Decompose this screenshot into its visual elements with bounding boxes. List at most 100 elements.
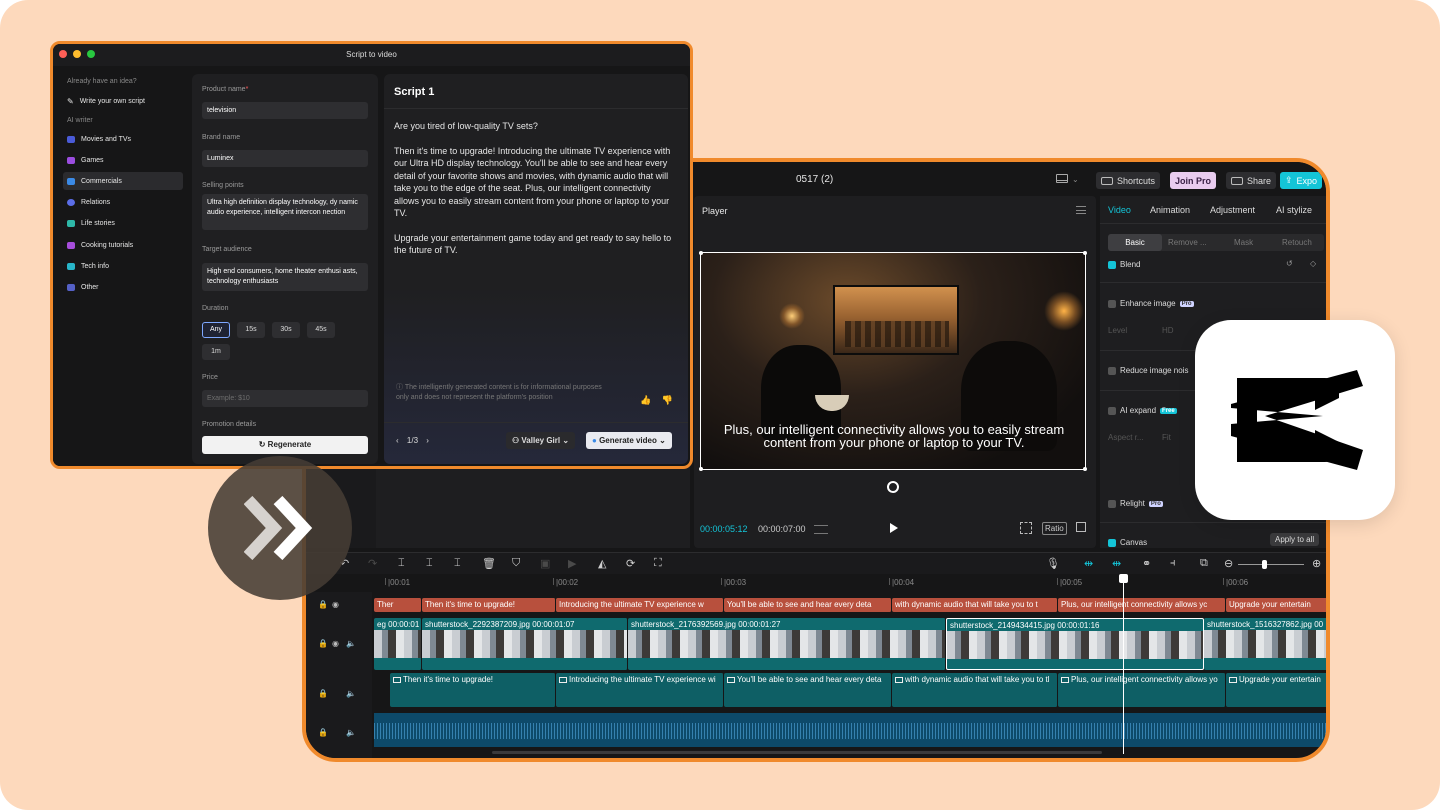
enhance-checkbox[interactable] bbox=[1108, 299, 1116, 308]
fit-icon[interactable] bbox=[1020, 522, 1032, 534]
rotate-icon[interactable]: ⟳ bbox=[626, 557, 635, 570]
menu-icon[interactable] bbox=[1076, 206, 1086, 214]
zoom-out-icon[interactable]: ⊖ bbox=[1224, 557, 1233, 570]
blend-checkbox[interactable] bbox=[1108, 260, 1116, 269]
keyframe-icon[interactable]: ◇ bbox=[1310, 259, 1316, 268]
playhead[interactable] bbox=[1123, 574, 1124, 754]
subtitle-clip[interactable]: Then it's time to upgrade! bbox=[390, 673, 556, 707]
selling-points-input[interactable]: Ultra high definition display technology… bbox=[202, 194, 368, 230]
ai-expand-row[interactable]: AI expand Free bbox=[1108, 406, 1177, 415]
delete-icon[interactable]: 🗑 bbox=[482, 557, 496, 570]
video-clip[interactable]: shutterstock_2176392569.jpg 00:00:01:27 bbox=[628, 618, 946, 670]
next-icon[interactable]: › bbox=[426, 436, 429, 445]
sidebar-item-commercials[interactable]: Commercials bbox=[63, 172, 183, 190]
sidebar-item-other[interactable]: Other bbox=[63, 278, 183, 296]
timeline-scrollbar[interactable] bbox=[492, 751, 1102, 754]
text-clip[interactable]: Introducing the ultimate TV experience w bbox=[556, 598, 724, 612]
share-button[interactable]: Share bbox=[1226, 172, 1277, 189]
split-icon[interactable]: ⌶ bbox=[398, 557, 405, 570]
layout-icon[interactable] bbox=[1056, 174, 1068, 183]
text-clip[interactable]: Then it's time to upgrade! bbox=[422, 598, 556, 612]
generate-video-button[interactable]: ● Generate video ⌄ bbox=[586, 432, 672, 449]
mirror-icon[interactable]: ◭ bbox=[598, 557, 606, 570]
fullscreen-icon[interactable] bbox=[1076, 522, 1086, 532]
blend-row[interactable]: Blend bbox=[1108, 260, 1140, 269]
sidebar-item-cooking[interactable]: Cooking tutorials bbox=[63, 236, 183, 254]
enhance-image-row[interactable]: Enhance image Pro bbox=[1108, 299, 1194, 308]
microphone-icon[interactable]: 🎙 bbox=[1046, 557, 1060, 570]
sidebar-item-tech[interactable]: Tech info bbox=[63, 257, 183, 275]
shield-icon[interactable]: ⛉ bbox=[512, 557, 520, 570]
tab-animation[interactable]: Animation bbox=[1150, 205, 1190, 215]
regenerate-button[interactable]: ↻ Regenerate bbox=[202, 436, 368, 454]
lock-icon[interactable]: 🔒 bbox=[318, 639, 328, 648]
speaker-icon[interactable]: 🔈 bbox=[346, 728, 356, 737]
subtab-remove[interactable]: Remove ... bbox=[1168, 238, 1207, 247]
export-button[interactable]: ⇪ Expo bbox=[1280, 172, 1323, 189]
auto-snap-icon[interactable]: ⇹ bbox=[1112, 557, 1121, 570]
timeline-ruler[interactable]: |00:01 |00:02 |00:03 |00:04 |00:05 |00:0… bbox=[374, 574, 1326, 592]
ai-expand-checkbox[interactable] bbox=[1108, 406, 1116, 415]
crop-icon[interactable]: ⛶ bbox=[654, 557, 662, 570]
thumbs-down-icon[interactable]: 👎 bbox=[662, 395, 673, 405]
main-track-magnet-icon[interactable]: ⇹ bbox=[1084, 557, 1093, 570]
relight-row[interactable]: Relight Pro bbox=[1108, 499, 1163, 508]
subtitle-clip[interactable]: Introducing the ultimate TV experience w… bbox=[556, 673, 724, 707]
audio-track[interactable] bbox=[374, 713, 1326, 747]
product-name-input[interactable]: television bbox=[202, 102, 368, 119]
freeze-icon[interactable]: ▣ bbox=[540, 557, 550, 570]
write-own-script[interactable]: ✎ Write your own script bbox=[63, 92, 183, 110]
canvas-row[interactable]: Canvas bbox=[1108, 538, 1147, 547]
subtab-mask[interactable]: Mask bbox=[1234, 238, 1253, 247]
video-clip[interactable]: shutterstock_1516327862.jpg 00 bbox=[1204, 618, 1326, 670]
relight-checkbox[interactable] bbox=[1108, 499, 1116, 508]
tab-adjustment[interactable]: Adjustment bbox=[1210, 205, 1255, 215]
chevron-down-icon[interactable]: ⌄ bbox=[1072, 175, 1079, 184]
eye-icon[interactable]: ◉ bbox=[332, 639, 339, 648]
zoom-slider-knob[interactable] bbox=[1262, 560, 1267, 569]
split-right-icon[interactable]: ⌶ bbox=[454, 557, 461, 570]
rotate-icon[interactable] bbox=[887, 481, 899, 493]
duration-30s[interactable]: 30s bbox=[272, 322, 300, 338]
duration-45s[interactable]: 45s bbox=[307, 322, 335, 338]
text-clip[interactable]: with dynamic audio that will take you to… bbox=[892, 598, 1058, 612]
text-clip[interactable]: Plus, our intelligent connectivity allow… bbox=[1058, 598, 1226, 612]
resize-handle[interactable] bbox=[699, 467, 703, 471]
link-icon[interactable]: ⚭ bbox=[1142, 557, 1151, 570]
script-text[interactable]: Are you tired of low-quality TV sets? Th… bbox=[394, 120, 676, 269]
lock-icon[interactable]: 🔒 bbox=[318, 728, 328, 737]
canvas-checkbox[interactable] bbox=[1108, 538, 1116, 547]
resize-handle[interactable] bbox=[1083, 467, 1087, 471]
subtitle-clip[interactable]: Upgrade your entertain bbox=[1226, 673, 1326, 707]
sidebar-item-movies[interactable]: Movies and TVs bbox=[63, 130, 183, 148]
align-icon[interactable]: ⫞ bbox=[1170, 557, 1176, 570]
text-clip[interactable]: Upgrade your entertain bbox=[1226, 598, 1326, 612]
video-preview[interactable]: Plus, our intelligent connectivity allow… bbox=[700, 252, 1086, 470]
duration-1m[interactable]: 1m bbox=[202, 344, 230, 360]
join-pro-button[interactable]: Join Pro bbox=[1170, 172, 1217, 189]
brand-name-input[interactable]: Luminex bbox=[202, 150, 368, 167]
video-clip[interactable]: eg 00:00:01 bbox=[374, 618, 422, 670]
lock-icon[interactable]: 🔒 bbox=[318, 689, 328, 698]
tab-ai-stylize[interactable]: AI stylize bbox=[1276, 205, 1312, 215]
duration-any[interactable]: Any bbox=[202, 322, 230, 338]
subtitle-clip[interactable]: with dynamic audio that will take you to… bbox=[892, 673, 1058, 707]
duration-15s[interactable]: 15s bbox=[237, 322, 265, 338]
zoom-in-icon[interactable]: ⊕ bbox=[1312, 557, 1321, 570]
thumbs-up-icon[interactable]: 👍 bbox=[640, 395, 651, 405]
voice-select[interactable]: ⚇ Valley Girl ⌄ bbox=[506, 432, 576, 449]
apply-to-all-button[interactable]: Apply to all bbox=[1270, 533, 1320, 546]
subtitle-clip[interactable]: Plus, our intelligent connectivity allow… bbox=[1058, 673, 1226, 707]
eye-icon[interactable]: ◉ bbox=[332, 600, 339, 609]
play-icon[interactable] bbox=[890, 523, 898, 533]
resize-handle[interactable] bbox=[699, 251, 703, 255]
list-icon[interactable] bbox=[814, 525, 828, 534]
reduce-noise-checkbox[interactable] bbox=[1108, 366, 1116, 375]
subtab-basic[interactable]: Basic bbox=[1108, 234, 1162, 251]
playhead-handle[interactable] bbox=[1119, 574, 1128, 583]
preview-icon[interactable]: ⧉ bbox=[1200, 557, 1208, 570]
split-left-icon[interactable]: ⌶ bbox=[426, 557, 433, 570]
reset-icon[interactable]: ↺ bbox=[1286, 259, 1293, 268]
video-clip-selected[interactable]: shutterstock_2149434415.jpg 00:00:01:16 bbox=[946, 618, 1204, 670]
redo-icon[interactable]: ↷ bbox=[368, 557, 377, 570]
